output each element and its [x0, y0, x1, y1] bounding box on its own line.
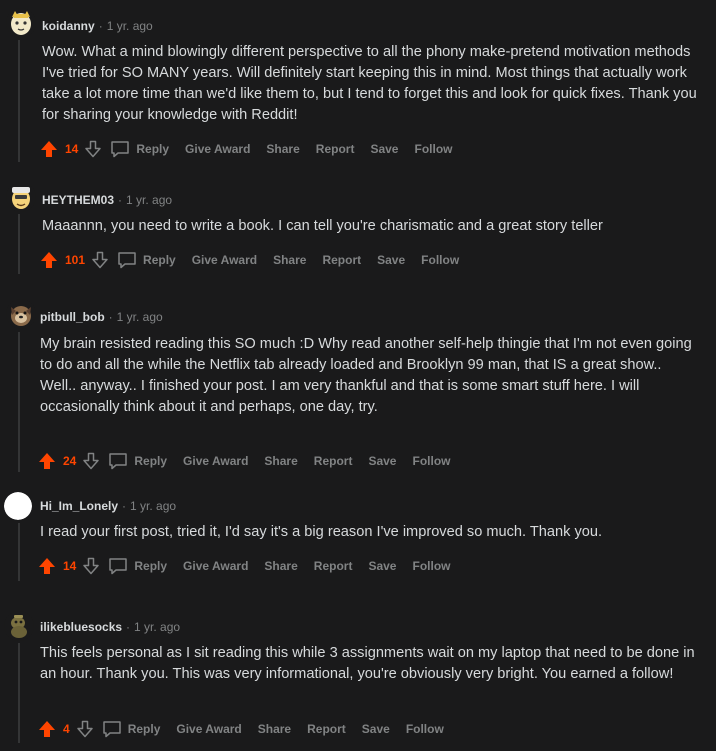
thread-line[interactable] [18, 643, 20, 743]
save-button[interactable]: Save [368, 559, 396, 573]
author-link[interactable]: ilikebluesocks [40, 620, 122, 634]
reply-button[interactable]: Reply [136, 142, 169, 156]
comment-actions: 4 Reply Give Award Share Report Save Fol… [38, 717, 460, 741]
thread-line[interactable] [18, 332, 20, 472]
follow-button[interactable]: Follow [421, 253, 459, 267]
comment-body: Maaannn, you need to write a book. I can… [42, 216, 707, 237]
comment-paragraph: This feels personal as I sit reading thi… [40, 645, 695, 682]
separator: · [118, 193, 123, 207]
author-link[interactable]: HEYTHEM03 [42, 193, 114, 207]
speech-bubble-icon[interactable] [108, 557, 128, 575]
reply-button[interactable]: Reply [128, 722, 161, 736]
speech-bubble-icon[interactable] [102, 720, 122, 738]
report-button[interactable]: Report [316, 142, 355, 156]
thread-line[interactable] [18, 40, 20, 162]
vote-count: 101 [65, 253, 86, 267]
give-award-button[interactable]: Give Award [176, 722, 241, 736]
separator: · [98, 19, 103, 33]
arrow-up-icon[interactable] [40, 140, 58, 158]
comment-meta: ilikebluesocks · 1 yr. ago [40, 618, 180, 636]
follow-button[interactable]: Follow [412, 454, 450, 468]
avatar[interactable] [6, 8, 36, 38]
avatar[interactable] [6, 299, 36, 329]
avatar[interactable] [4, 492, 32, 520]
give-award-button[interactable]: Give Award [183, 454, 248, 468]
arrow-up-icon[interactable] [40, 251, 58, 269]
save-button[interactable]: Save [377, 253, 405, 267]
reply-button[interactable]: Reply [134, 559, 167, 573]
thread-line[interactable] [18, 523, 20, 581]
author-link[interactable]: pitbull_bob [40, 310, 105, 324]
arrow-down-icon[interactable] [91, 251, 109, 269]
comment-paragraph: Wow. What a mind blowingly different per… [42, 44, 697, 123]
comment-paragraph: I read your first post, tried it, I'd sa… [40, 524, 603, 540]
follow-button[interactable]: Follow [406, 722, 444, 736]
speech-bubble-icon[interactable] [110, 140, 130, 158]
separator: · [122, 499, 127, 513]
vote-count: 4 [63, 722, 70, 736]
thread-line[interactable] [18, 214, 20, 274]
timestamp[interactable]: 1 yr. ago [134, 620, 180, 634]
separator: · [126, 620, 131, 634]
vote-count: 14 [63, 559, 77, 573]
comment-body: My brain resisted reading this SO much :… [40, 334, 705, 418]
author-link[interactable]: koidanny [42, 19, 95, 33]
timestamp[interactable]: 1 yr. ago [126, 193, 172, 207]
save-button[interactable]: Save [370, 142, 398, 156]
separator: · [108, 310, 113, 324]
share-button[interactable]: Share [264, 559, 297, 573]
reply-button[interactable]: Reply [134, 454, 167, 468]
timestamp[interactable]: 1 yr. ago [107, 19, 153, 33]
follow-button[interactable]: Follow [414, 142, 452, 156]
comment-paragraph: Maaannn, you need to write a book. I can… [42, 218, 603, 234]
comment-paragraph: My brain resisted reading this SO much :… [40, 336, 692, 373]
arrow-up-icon[interactable] [38, 452, 56, 470]
comment-body: I read your first post, tried it, I'd sa… [40, 522, 705, 543]
share-button[interactable]: Share [273, 253, 306, 267]
avatar[interactable] [6, 182, 36, 212]
comment-actions: 24 Reply Give Award Share Report Save Fo… [38, 449, 466, 473]
vote-count: 24 [63, 454, 77, 468]
arrow-down-icon[interactable] [84, 140, 102, 158]
give-award-button[interactable]: Give Award [185, 142, 250, 156]
timestamp[interactable]: 1 yr. ago [117, 310, 163, 324]
comment-paragraph: Well.. anyway.. I finished your post. I … [40, 378, 640, 415]
speech-bubble-icon[interactable] [108, 452, 128, 470]
comment-actions: 14 Reply Give Award Share Report Save Fo… [38, 554, 466, 578]
reply-button[interactable]: Reply [143, 253, 176, 267]
arrow-down-icon[interactable] [76, 720, 94, 738]
report-button[interactable]: Report [314, 559, 353, 573]
comment-actions: 101 Reply Give Award Share Report Save F… [40, 248, 475, 272]
comment-body: This feels personal as I sit reading thi… [40, 643, 705, 685]
report-button[interactable]: Report [322, 253, 361, 267]
report-button[interactable]: Report [307, 722, 346, 736]
save-button[interactable]: Save [368, 454, 396, 468]
comment-meta: HEYTHEM03 · 1 yr. ago [42, 191, 172, 209]
save-button[interactable]: Save [362, 722, 390, 736]
share-button[interactable]: Share [264, 454, 297, 468]
comment-actions: 14 Reply Give Award Share Report Save Fo… [40, 137, 468, 161]
arrow-down-icon[interactable] [82, 557, 100, 575]
give-award-button[interactable]: Give Award [183, 559, 248, 573]
share-button[interactable]: Share [266, 142, 299, 156]
timestamp[interactable]: 1 yr. ago [130, 499, 176, 513]
comment-meta: Hi_Im_Lonely · 1 yr. ago [40, 497, 176, 515]
comment-meta: pitbull_bob · 1 yr. ago [40, 308, 163, 326]
arrow-up-icon[interactable] [38, 720, 56, 738]
avatar[interactable] [4, 611, 34, 641]
comment-body: Wow. What a mind blowingly different per… [42, 42, 707, 126]
author-link[interactable]: Hi_Im_Lonely [40, 499, 118, 513]
arrow-down-icon[interactable] [82, 452, 100, 470]
comment-meta: koidanny · 1 yr. ago [42, 17, 153, 35]
share-button[interactable]: Share [258, 722, 291, 736]
vote-count: 14 [65, 142, 79, 156]
give-award-button[interactable]: Give Award [192, 253, 257, 267]
speech-bubble-icon[interactable] [117, 251, 137, 269]
follow-button[interactable]: Follow [412, 559, 450, 573]
report-button[interactable]: Report [314, 454, 353, 468]
arrow-up-icon[interactable] [38, 557, 56, 575]
